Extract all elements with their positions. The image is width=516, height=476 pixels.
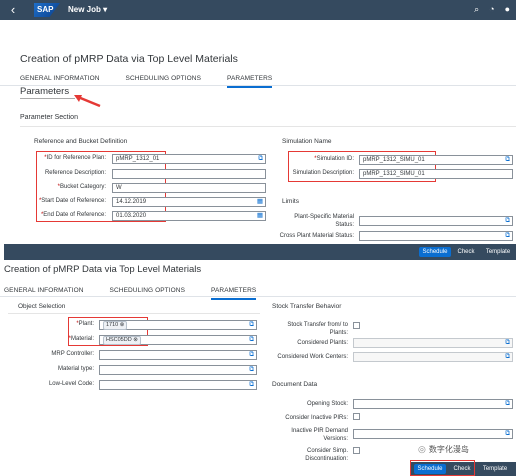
page-title: Creation of pMRP Data via Top Level Mate… — [20, 53, 238, 65]
plant-label: *Plant: — [76, 321, 94, 327]
document-data-title: Document Data — [272, 381, 318, 388]
value-help-icon[interactable]: ⧉ — [249, 336, 254, 344]
wechat-icon: ◎ — [418, 444, 426, 454]
bucket-category-label: *Bucket Category: — [57, 184, 106, 190]
simulation-desc-label: Simulation Description: — [292, 170, 354, 176]
consider-simp-label: Consider Simp. Discontinuation: — [305, 448, 348, 462]
simulation-id-input[interactable]: pMRP_1312_SIMU_01 ⧉ — [359, 155, 513, 165]
simulation-id-label: *Simulation ID: — [314, 156, 354, 162]
tab-scheduling-options[interactable]: SCHEDULING OPTIONS — [126, 75, 201, 88]
value-help-icon[interactable]: ⧉ — [505, 353, 510, 361]
schedule-button[interactable]: Schedule — [414, 464, 446, 474]
simulation-desc-input[interactable]: pMRP_1312_SIMU_01 — [359, 169, 513, 179]
divider — [0, 296, 516, 297]
simulation-group-title: Simulation Name — [282, 138, 332, 145]
tab-scheduling-options[interactable]: SCHEDULING OPTIONS — [110, 287, 185, 300]
id-ref-plan-input[interactable]: pMRP_1312_01 ⧉ — [112, 154, 266, 164]
consider-simp-checkbox[interactable] — [353, 447, 360, 454]
user-icon[interactable]: ● — [505, 4, 510, 15]
value-help-icon[interactable]: ⧉ — [249, 381, 254, 389]
schedule-button[interactable]: Schedule — [419, 247, 451, 257]
cross-plant-label: Cross Plant Material Status: — [279, 233, 354, 239]
divider — [20, 98, 75, 99]
check-button[interactable]: Check — [454, 247, 478, 257]
tab-parameters[interactable]: PARAMETERS — [211, 287, 257, 300]
divider — [20, 126, 516, 127]
inactive-pir-input[interactable]: ⧉ — [353, 429, 513, 439]
value-help-icon[interactable]: ⧉ — [505, 156, 510, 164]
value-help-icon[interactable]: ⧉ — [505, 430, 510, 438]
end-date-input[interactable]: 01.03.2020 ▦ — [112, 211, 266, 221]
shell-actions: ⌕ ◔ ● — [474, 4, 510, 15]
opening-stock-input[interactable]: ⧉ — [353, 399, 513, 409]
mrp-controller-input[interactable]: ⧉ — [99, 350, 257, 360]
material-token[interactable]: HSC05DD ⊗ — [103, 336, 141, 345]
bucket-category-input[interactable]: W — [112, 183, 266, 193]
check-button[interactable]: Check — [450, 464, 474, 474]
template-button[interactable]: Template — [478, 464, 512, 474]
considered-plants-label: Considered Plants: — [297, 340, 348, 346]
app-title[interactable]: New Job ▾ — [68, 4, 107, 16]
plant-input[interactable]: 1710 ⊗ ⧉ — [99, 320, 257, 330]
page-title: Creation of pMRP Data via Top Level Mate… — [4, 264, 202, 275]
mrp-controller-label: MRP Controller: — [51, 351, 94, 357]
start-date-label: *Start Date of Reference: — [38, 198, 106, 204]
plant-token[interactable]: 1710 ⊗ — [103, 321, 128, 330]
material-input[interactable]: HSC05DD ⊗ ⧉ — [99, 335, 257, 345]
value-help-icon[interactable]: ⧉ — [249, 351, 254, 359]
cross-plant-input[interactable]: ⧉ — [359, 231, 513, 241]
value-help-icon[interactable]: ⧉ — [249, 366, 254, 374]
ref-desc-label: Reference Description: — [44, 170, 106, 176]
value-help-icon[interactable]: ⧉ — [505, 232, 510, 240]
material-label: *Material: — [68, 336, 94, 342]
opening-stock-label: Opening Stock: — [306, 401, 348, 407]
tab-bar: GENERAL INFORMATION SCHEDULING OPTIONS P… — [4, 287, 257, 300]
divider — [8, 313, 260, 314]
stock-transfer-checkbox[interactable] — [353, 322, 360, 329]
value-help-icon[interactable]: ⧉ — [258, 155, 263, 163]
watermark: ◎ 数字化漫岛 — [418, 444, 469, 454]
ref-desc-input[interactable] — [112, 169, 266, 179]
stock-transfer-label: Stock Transfer from/ to Plants: — [287, 322, 348, 336]
end-date-label: *End Date of Reference: — [40, 212, 106, 218]
plant-status-input[interactable]: ⧉ — [359, 216, 513, 226]
bell-icon[interactable]: ◔ — [489, 4, 494, 15]
template-button[interactable]: Template — [482, 247, 514, 257]
annotation-arrow-icon — [74, 95, 101, 108]
stock-transfer-title: Stock Transfer Behavior — [272, 303, 342, 310]
material-type-input[interactable]: ⧉ — [99, 365, 257, 375]
divider — [0, 85, 516, 86]
back-arrow-icon[interactable]: ‹ — [4, 2, 22, 18]
tab-parameters[interactable]: PARAMETERS — [227, 75, 273, 88]
plant-status-label: Plant-Specific Material Status: — [294, 214, 354, 228]
tab-general-information[interactable]: GENERAL INFORMATION — [4, 287, 84, 300]
considered-work-centers-label: Considered Work Centers: — [277, 354, 348, 360]
consider-pirs-checkbox[interactable] — [353, 413, 360, 420]
considered-plants-input[interactable]: ⧉ — [353, 338, 513, 348]
value-help-icon[interactable]: ⧉ — [249, 321, 254, 329]
value-help-icon[interactable]: ⧉ — [505, 217, 510, 225]
object-selection-title: Object Selection — [18, 303, 66, 310]
parameter-section-title: Parameter Section — [20, 114, 78, 121]
material-type-label: Material type: — [57, 366, 94, 372]
considered-work-centers-input[interactable]: ⧉ — [353, 352, 513, 362]
value-help-icon[interactable]: ⧉ — [505, 400, 510, 408]
section-heading: Parameters — [20, 86, 70, 97]
calendar-icon[interactable]: ▦ — [257, 198, 263, 206]
reference-group-title: Reference and Bucket Definition — [34, 138, 128, 145]
start-date-input[interactable]: 14.12.2019 ▦ — [112, 197, 266, 207]
search-icon[interactable]: ⌕ — [474, 4, 479, 15]
limits-group-title: Limits — [282, 198, 299, 205]
calendar-icon[interactable]: ▦ — [257, 212, 263, 220]
low-level-code-label: Low-Level Code: — [48, 381, 94, 387]
low-level-code-input[interactable]: ⧉ — [99, 380, 257, 390]
consider-pirs-label: Consider Inactive PIRs: — [285, 415, 348, 421]
inactive-pir-label: Inactive PIR Demand Versions: — [291, 428, 348, 442]
id-ref-plan-label: *ID for Reference Plan: — [44, 155, 106, 161]
value-help-icon[interactable]: ⧉ — [505, 339, 510, 347]
